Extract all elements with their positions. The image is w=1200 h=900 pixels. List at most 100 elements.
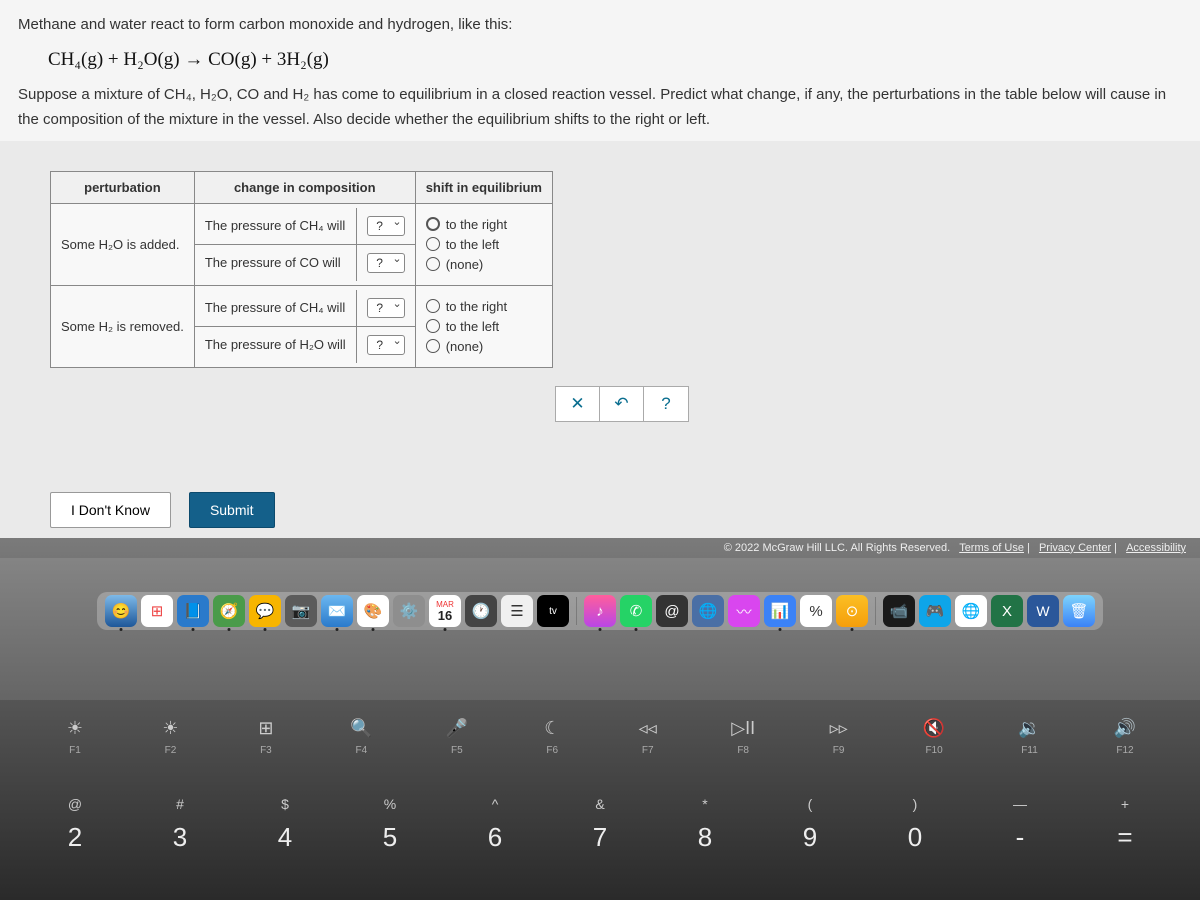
fn-key[interactable]: 🔍F4 — [316, 718, 406, 756]
fn-key[interactable]: 🔉F11 — [985, 718, 1075, 756]
num-key[interactable]: %5 — [345, 796, 435, 853]
key-symbol: * — [702, 796, 707, 812]
key-number: 6 — [488, 822, 502, 853]
perturbation-cell: Some H₂O is added. — [51, 203, 195, 285]
key-symbol: + — [1121, 796, 1129, 812]
footer-link-accessibility[interactable]: Accessibility — [1126, 542, 1186, 554]
pressure-select[interactable]: ? — [367, 216, 405, 236]
num-key[interactable]: @2 — [30, 796, 120, 853]
shift-cell: to the right to the left (none) — [415, 285, 552, 367]
app-icon-2[interactable]: 🎨 — [357, 595, 389, 627]
composition-cell: The pressure of CH₄ will ? The pressure … — [194, 285, 415, 367]
music-icon[interactable]: ♪ — [584, 595, 616, 627]
num-key[interactable]: #3 — [135, 796, 225, 853]
app-icon-5[interactable]: 〰 — [728, 595, 760, 627]
pressure-select[interactable]: ? — [367, 335, 405, 355]
idk-button[interactable]: I Don't Know — [50, 492, 171, 528]
fn-key-icon: ☀ — [67, 718, 83, 739]
macos-dock: 😊 ⊞ 📘 🧭 💬 📷 ✉️ 🎨 ⚙️ MAR 16 🕐 ☰ tv ♪ ✆ @ … — [97, 592, 1103, 630]
footer-link-terms[interactable]: Terms of Use — [959, 542, 1024, 554]
submit-button[interactable]: Submit — [189, 492, 275, 528]
radio-none[interactable] — [426, 257, 440, 271]
fn-key-icon: ▷II — [731, 718, 755, 739]
num-key[interactable]: ^6 — [450, 796, 540, 853]
comp-label: The pressure of CH₄ will — [195, 290, 356, 327]
app-icon[interactable]: 📘 — [177, 595, 209, 627]
reminders-icon[interactable]: ☰ — [501, 595, 533, 627]
header-perturbation: perturbation — [51, 171, 195, 203]
key-symbol: @ — [68, 796, 82, 812]
trash-icon[interactable]: 🗑 — [1063, 595, 1095, 627]
fn-key[interactable]: ☀F1 — [30, 718, 120, 756]
excel-icon[interactable]: X — [991, 595, 1023, 627]
fn-key[interactable]: ▹▹F9 — [794, 718, 884, 756]
fn-key[interactable]: 🔇F10 — [889, 718, 979, 756]
num-key[interactable]: —- — [975, 796, 1065, 853]
fn-key-icon: 🔇 — [923, 718, 945, 739]
radio-left[interactable] — [426, 237, 440, 251]
num-key[interactable]: *8 — [660, 796, 750, 853]
app-icon-7[interactable]: % — [800, 595, 832, 627]
keyboard: ☀F1☀F2⊞F3🔍F4🎤F5☾F6◃◃F7▷IIF8▹▹F9🔇F10🔉F11🔊… — [0, 700, 1200, 900]
app-icon-10[interactable]: 🎮 — [919, 595, 951, 627]
radio-none[interactable] — [426, 339, 440, 353]
calendar-icon[interactable]: MAR 16 — [429, 595, 461, 627]
mail-icon[interactable]: ✉️ — [321, 595, 353, 627]
whatsapp-icon[interactable]: ✆ — [620, 595, 652, 627]
header-change: change in composition — [194, 171, 415, 203]
launchpad-icon[interactable]: ⊞ — [141, 595, 173, 627]
chrome-icon[interactable]: 🌐 — [955, 595, 987, 627]
radio-right[interactable] — [426, 299, 440, 313]
question-intro: Methane and water react to form carbon m… — [18, 12, 1182, 38]
radio-left[interactable] — [426, 319, 440, 333]
browser-icon[interactable]: 🧭 — [213, 595, 245, 627]
comp-label: The pressure of CH₄ will — [195, 208, 356, 245]
num-key[interactable]: &7 — [555, 796, 645, 853]
tv-icon[interactable]: tv — [537, 595, 569, 627]
pressure-select[interactable]: ? — [367, 253, 405, 273]
finder-icon[interactable]: 😊 — [105, 595, 137, 627]
fn-key-label: F2 — [165, 745, 177, 756]
copyright: © 2022 McGraw Hill LLC. All Rights Reser… — [724, 542, 950, 554]
num-key[interactable]: (9 — [765, 796, 855, 853]
undo-button[interactable]: ↶ — [600, 387, 644, 421]
num-key[interactable]: $4 — [240, 796, 330, 853]
num-key[interactable]: += — [1080, 796, 1170, 853]
key-symbol: $ — [281, 796, 289, 812]
clear-button[interactable]: ✕ — [556, 387, 600, 421]
word-icon[interactable]: W — [1027, 595, 1059, 627]
app-icon-9[interactable]: 📹 — [883, 595, 915, 627]
app-icon-6[interactable]: 📊 — [764, 595, 796, 627]
num-key[interactable]: )0 — [870, 796, 960, 853]
fn-key[interactable]: ⊞F3 — [221, 718, 311, 756]
fn-key[interactable]: ◃◃F7 — [603, 718, 693, 756]
fn-key[interactable]: 🎤F5 — [412, 718, 502, 756]
key-symbol: ( — [808, 796, 813, 812]
fn-key-icon: ▹▹ — [830, 718, 848, 739]
reaction-equation: CH₄(g) + H₂O(g) → CO(g) + 3H₂(g) — [48, 44, 1182, 76]
fn-key[interactable]: ☾F6 — [507, 718, 597, 756]
fn-key[interactable]: ☀ F2 — [125, 718, 215, 756]
help-button[interactable]: ? — [644, 387, 688, 421]
key-number: 7 — [593, 822, 607, 853]
chat-icon[interactable]: 💬 — [249, 595, 281, 627]
fn-key[interactable]: ▷IIF8 — [698, 718, 788, 756]
shift-cell: to the right to the left (none) — [415, 203, 552, 285]
pressure-select[interactable]: ? — [367, 298, 405, 318]
app-icon-3[interactable]: @ — [656, 595, 688, 627]
key-number: 9 — [803, 822, 817, 853]
fn-key-icon: ☀ — [162, 718, 178, 739]
fn-key-icon: 🔊 — [1114, 718, 1136, 739]
footer-link-privacy[interactable]: Privacy Center — [1039, 542, 1111, 554]
comp-select-cell: ? — [356, 244, 415, 281]
clock-icon[interactable]: 🕐 — [465, 595, 497, 627]
submit-bar: I Don't Know Submit — [50, 492, 1150, 528]
fn-key-icon: ◃◃ — [639, 718, 657, 739]
radio-right[interactable] — [426, 217, 440, 231]
camera-icon[interactable]: 📷 — [285, 595, 317, 627]
key-symbol: — — [1013, 796, 1027, 812]
app-icon-8[interactable]: ⊙ — [836, 595, 868, 627]
settings-icon[interactable]: ⚙️ — [393, 595, 425, 627]
fn-key[interactable]: 🔊F12 — [1080, 718, 1170, 756]
app-icon-4[interactable]: 🌐 — [692, 595, 724, 627]
